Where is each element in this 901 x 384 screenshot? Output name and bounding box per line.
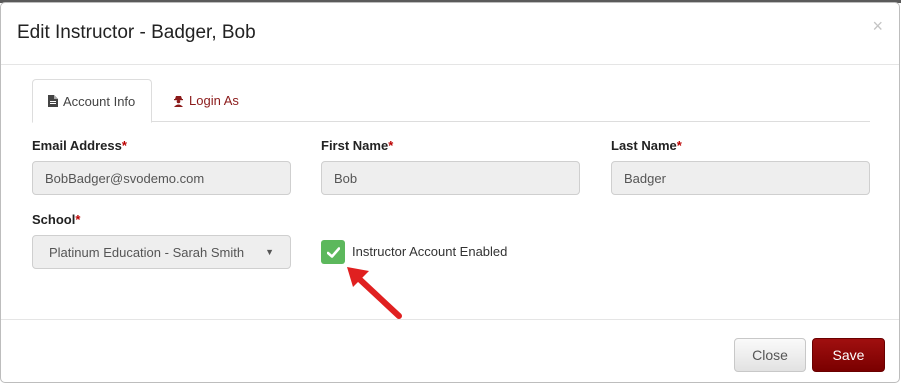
first-name-field[interactable]: Bob <box>321 161 580 195</box>
email-field[interactable]: BobBadger@svodemo.com <box>32 161 291 195</box>
school-value: Platinum Education - Sarah Smith <box>49 244 245 260</box>
last-name-label: Last Name* <box>611 138 682 153</box>
account-enabled-label: Instructor Account Enabled <box>352 244 508 259</box>
email-label: Email Address* <box>32 138 127 153</box>
tab-label: Login As <box>189 93 239 108</box>
school-label: School* <box>32 212 80 227</box>
email-label-text: Email Address <box>32 138 122 153</box>
school-select[interactable]: Platinum Education - Sarah Smith ▼ <box>32 235 291 269</box>
required-mark: * <box>121 138 127 153</box>
tab-account-info[interactable]: Account Info <box>32 79 152 123</box>
annotation-arrow-icon <box>347 267 402 319</box>
modal-footer: Close Save <box>1 319 899 384</box>
last-name-label-text: Last Name <box>611 138 677 153</box>
modal-header: Edit Instructor - Badger, Bob × <box>1 3 899 65</box>
modal-title: Edit Instructor - Badger, Bob <box>17 22 256 43</box>
email-value: BobBadger@svodemo.com <box>45 170 205 186</box>
checkmark-icon <box>326 246 340 258</box>
edit-instructor-modal: Edit Instructor - Badger, Bob × Account … <box>0 2 900 383</box>
save-button[interactable]: Save <box>812 338 885 372</box>
tab-label: Account Info <box>63 93 136 109</box>
last-name-value: Badger <box>624 170 666 186</box>
required-mark: * <box>75 212 81 227</box>
caret-down-icon: ▼ <box>265 247 274 257</box>
user-secret-icon <box>173 95 184 107</box>
school-label-text: School <box>32 212 76 227</box>
close-icon[interactable]: × <box>872 17 883 35</box>
first-name-label-text: First Name <box>321 138 389 153</box>
document-icon <box>48 95 58 107</box>
tab-bar: Account Info Login As <box>32 79 870 123</box>
first-name-value: Bob <box>334 170 358 186</box>
close-button[interactable]: Close <box>734 338 806 372</box>
required-mark: * <box>388 138 394 153</box>
tab-login-as[interactable]: Login As <box>158 79 254 122</box>
last-name-field[interactable]: Badger <box>611 161 870 195</box>
required-mark: * <box>676 138 682 153</box>
first-name-label: First Name* <box>321 138 393 153</box>
